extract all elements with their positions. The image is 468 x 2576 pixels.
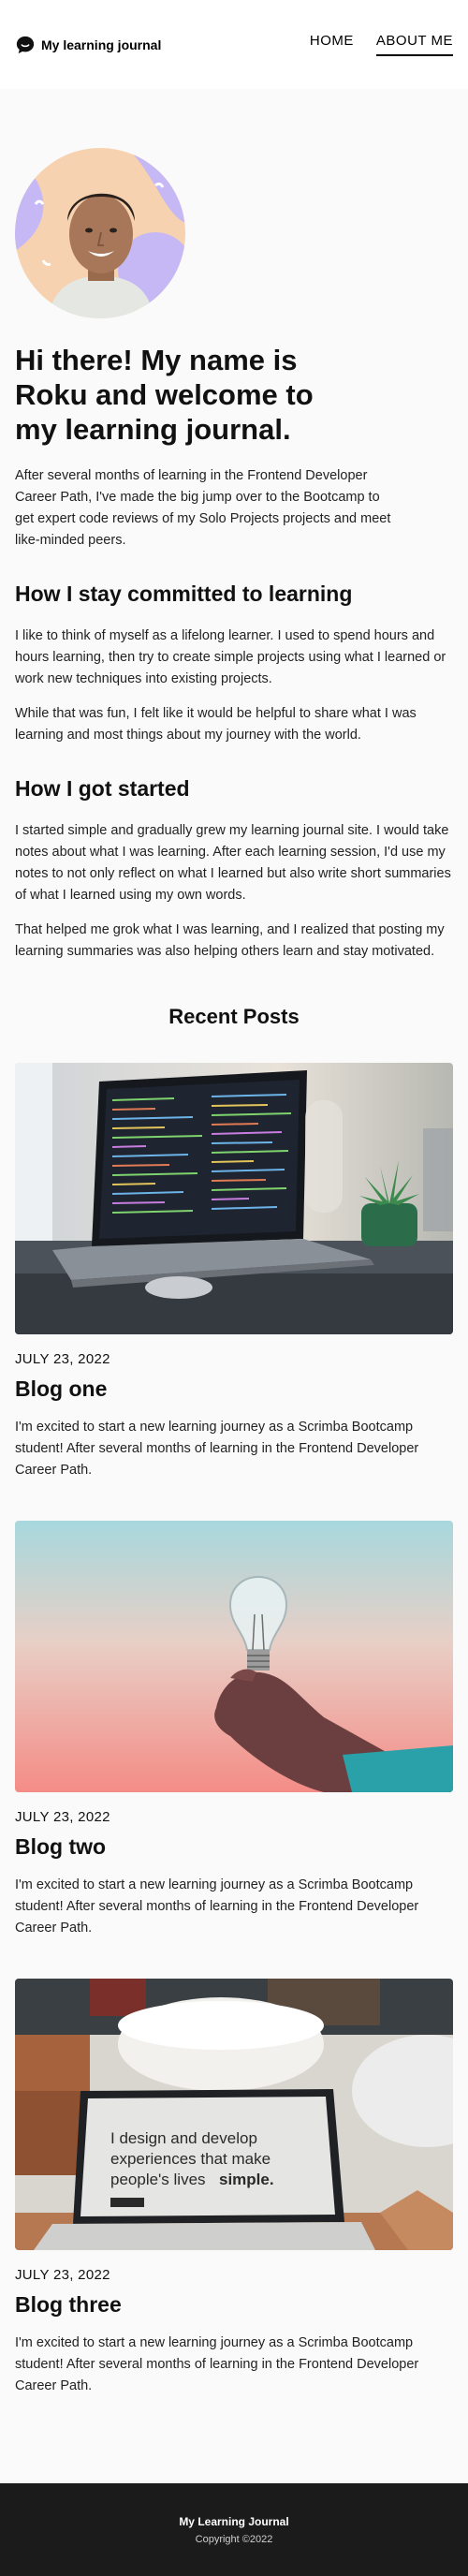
post-card[interactable]: JULY 23, 2022 Blog two I'm excited to st… — [15, 1521, 453, 1939]
commitment-section: How I stay committed to learning I like … — [15, 581, 453, 746]
post-thumbnail[interactable] — [15, 1063, 453, 1334]
main-content: Hi there! My name is Roku and welcome to… — [0, 148, 468, 2397]
post-thumbnail[interactable]: I design and develop experiences that ma… — [15, 1979, 453, 2250]
post-date: JULY 23, 2022 — [15, 1351, 110, 1367]
section-heading: How I got started — [15, 776, 190, 801]
getting-started-section: How I got started I started simple and g… — [15, 775, 453, 963]
footer-title: My Learning Journal — [179, 2515, 289, 2528]
section-paragraph: I like to think of myself as a lifelong … — [15, 628, 446, 686]
post-title[interactable]: Blog three — [15, 2292, 453, 2318]
section-heading: How I stay committed to learning — [15, 581, 353, 606]
post-title[interactable]: Blog one — [15, 1376, 453, 1402]
post-date: JULY 23, 2022 — [15, 2267, 110, 2283]
svg-text:simple.: simple. — [219, 2171, 274, 2188]
footer-copyright: Copyright ©2022 — [195, 2534, 273, 2545]
nav-about-link[interactable]: ABOUT ME — [375, 33, 453, 56]
intro-paragraph: After several months of learning in the … — [15, 468, 391, 548]
main-nav: HOME ABOUT ME — [310, 33, 453, 56]
post-excerpt: I'm excited to start a new learning jour… — [15, 1877, 419, 1936]
post-excerpt: I'm excited to start a new learning jour… — [15, 1420, 419, 1478]
brand-name: My learning journal — [41, 37, 162, 52]
profile-avatar — [15, 148, 185, 318]
post-card[interactable]: JULY 23, 2022 Blog one I'm excited to st… — [15, 1063, 453, 1481]
laptop-design-photo: I design and develop experiences that ma… — [15, 1979, 453, 2250]
site-footer: My Learning Journal Copyright ©2022 — [0, 2483, 468, 2576]
section-paragraph: That helped me grok what I was learning,… — [15, 922, 445, 959]
svg-text:people's lives: people's lives — [110, 2171, 206, 2188]
post-title[interactable]: Blog two — [15, 1834, 453, 1860]
svg-text:I design and develop: I design and develop — [110, 2129, 257, 2147]
section-paragraph: I started simple and gradually grew my l… — [15, 823, 451, 903]
section-paragraph: While that was fun, I felt like it would… — [15, 706, 417, 743]
post-date: JULY 23, 2022 — [15, 1809, 110, 1825]
post-thumbnail[interactable] — [15, 1521, 453, 1792]
page-title: Hi there! My name is Roku and welcome to… — [15, 344, 314, 446]
lightbulb-photo — [15, 1521, 453, 1792]
brand[interactable]: My learning journal — [15, 35, 161, 55]
svg-text:experiences that make: experiences that make — [110, 2150, 271, 2168]
site-header: My learning journal HOME ABOUT ME — [0, 0, 468, 89]
post-excerpt: I'm excited to start a new learning jour… — [15, 2335, 419, 2393]
recent-posts-title: Recent Posts — [168, 1005, 300, 1028]
nav-home-link[interactable]: HOME — [310, 33, 354, 56]
laptop-code-photo — [15, 1063, 453, 1334]
chat-bubble-logo-icon — [16, 36, 35, 53]
post-card[interactable]: I design and develop experiences that ma… — [15, 1979, 453, 2397]
